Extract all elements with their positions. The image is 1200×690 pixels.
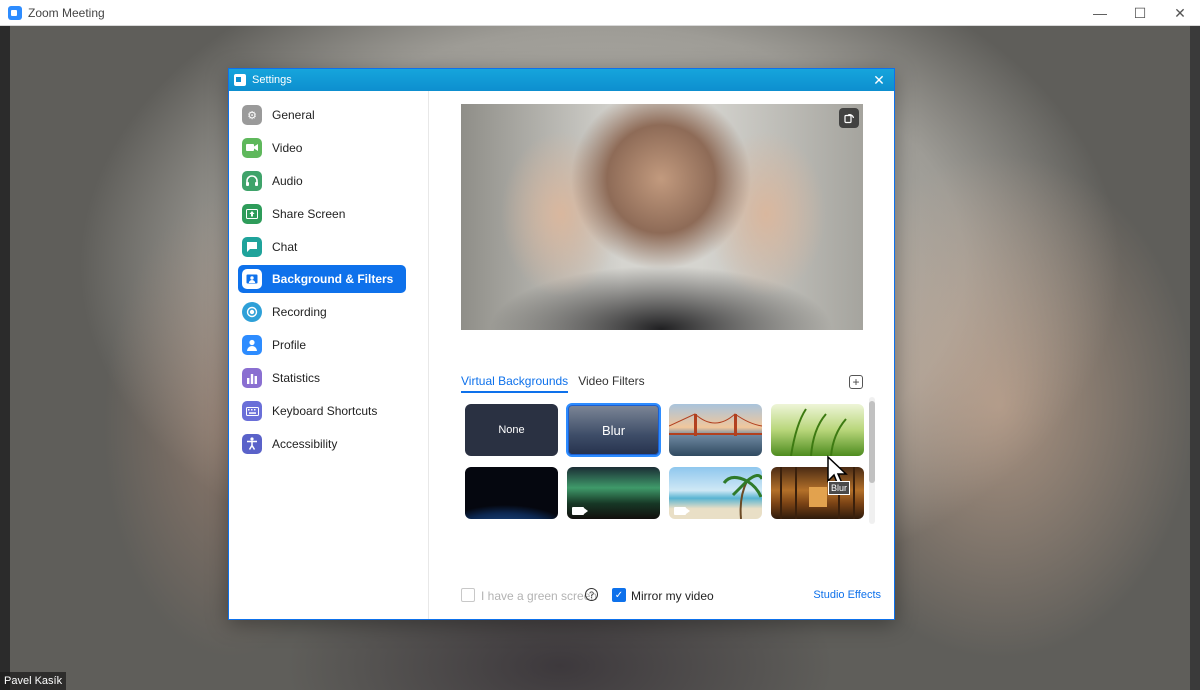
sidebar-item-keyboard-shortcuts[interactable]: Keyboard Shortcuts xyxy=(238,397,406,425)
studio-effects-link[interactable]: Studio Effects xyxy=(813,589,881,601)
sidebar-item-background-filters[interactable]: Background & Filters xyxy=(238,265,406,294)
sidebar-item-label: General xyxy=(272,108,315,122)
window-title: Zoom Meeting xyxy=(28,5,105,20)
background-blur[interactable]: Blur xyxy=(566,403,661,457)
background-tabs: Virtual Backgrounds Video Filters xyxy=(461,374,655,393)
mirror-video-checkbox[interactable]: ✓ xyxy=(612,588,626,602)
settings-title: Settings xyxy=(252,74,292,86)
sidebar-item-recording[interactable]: Recording xyxy=(238,298,406,326)
background-northern-lights[interactable] xyxy=(567,467,660,519)
minimize-button[interactable]: — xyxy=(1080,0,1120,26)
headphones-icon xyxy=(242,170,262,191)
mirror-video-label: Mirror my video xyxy=(631,589,714,603)
gear-icon: ⚙ xyxy=(242,105,262,125)
sidebar-item-audio[interactable]: Audio xyxy=(238,167,406,195)
sidebar-item-label: Chat xyxy=(272,239,298,254)
background-blur-label: Blur xyxy=(601,422,626,438)
add-background-button[interactable]: + xyxy=(849,375,863,389)
green-screen-checkbox[interactable] xyxy=(461,588,475,602)
tab-virtual-backgrounds[interactable]: Virtual Backgrounds xyxy=(461,374,569,393)
video-background-icon xyxy=(674,507,690,515)
sidebar-item-general[interactable]: ⚙ General xyxy=(238,101,406,129)
settings-close-button[interactable]: ✕ xyxy=(870,71,888,89)
background-earth-from-space[interactable] xyxy=(465,467,558,519)
blur-tooltip: Blur xyxy=(828,481,851,495)
video-camera-icon xyxy=(242,137,262,158)
settings-sidebar: ⚙ General Video Audio Share Screen Chat … xyxy=(229,91,429,619)
green-screen-label: I have a green screen xyxy=(481,589,598,603)
scrollbar-thumb[interactable] xyxy=(869,401,875,483)
statistics-icon xyxy=(242,368,262,389)
video-background-icon xyxy=(572,507,588,515)
share-screen-icon xyxy=(242,203,262,224)
sidebar-item-profile[interactable]: Profile xyxy=(238,331,406,359)
window-titlebar: Zoom Meeting — ☐ ✕ xyxy=(0,0,1200,26)
background-library[interactable] xyxy=(771,467,864,519)
sidebar-item-label: Accessibility xyxy=(272,436,338,451)
background-beach-palm[interactable] xyxy=(669,467,762,519)
background-none-label: None xyxy=(498,424,525,436)
sidebar-item-label: Background & Filters xyxy=(272,272,394,287)
zoom-app-icon xyxy=(8,5,22,20)
background-green-grass[interactable] xyxy=(771,404,864,456)
background-grid: None Blur xyxy=(465,403,866,522)
backgrounds-scrollbar[interactable] xyxy=(869,397,875,524)
sidebar-item-label: Keyboard Shortcuts xyxy=(272,404,378,419)
rotate-camera-button[interactable] xyxy=(839,108,859,128)
person-icon xyxy=(242,269,262,290)
sidebar-item-label: Profile xyxy=(272,338,307,353)
background-none[interactable]: None xyxy=(465,404,558,456)
help-icon[interactable]: ? xyxy=(585,588,598,601)
sidebar-item-video[interactable]: Video xyxy=(238,134,406,162)
zoom-small-icon xyxy=(234,74,246,86)
background-golden-gate-bridge[interactable] xyxy=(669,404,762,456)
chat-icon xyxy=(242,236,262,257)
sidebar-item-chat[interactable]: Chat xyxy=(238,233,406,261)
settings-footer: I have a green screen ? ✓ Mirror my vide… xyxy=(461,586,881,606)
accessibility-icon xyxy=(242,433,262,454)
video-preview xyxy=(461,104,863,330)
sidebar-item-share-screen[interactable]: Share Screen xyxy=(238,200,406,228)
settings-titlebar: Settings ✕ xyxy=(229,69,894,91)
sidebar-item-label: Recording xyxy=(272,305,327,320)
sidebar-item-label: Audio xyxy=(272,173,303,188)
profile-icon xyxy=(242,335,262,356)
window-controls: — ☐ ✕ xyxy=(1080,0,1200,26)
tab-video-filters[interactable]: Video Filters xyxy=(578,374,644,393)
record-icon xyxy=(242,302,262,323)
sidebar-item-label: Video xyxy=(272,140,303,155)
sidebar-item-accessibility[interactable]: Accessibility xyxy=(238,430,406,458)
sidebar-item-statistics[interactable]: Statistics xyxy=(238,364,406,392)
sidebar-item-label: Statistics xyxy=(272,371,321,386)
close-window-button[interactable]: ✕ xyxy=(1160,0,1200,26)
keyboard-icon xyxy=(242,401,262,422)
settings-content: Virtual Backgrounds Video Filters + None… xyxy=(430,91,895,619)
sidebar-item-label: Share Screen xyxy=(272,206,346,221)
maximize-button[interactable]: ☐ xyxy=(1120,0,1160,26)
settings-dialog: Settings ✕ ⚙ General Video Audio Share S… xyxy=(228,68,895,620)
participant-name-tag: Pavel Kasík xyxy=(0,672,67,690)
